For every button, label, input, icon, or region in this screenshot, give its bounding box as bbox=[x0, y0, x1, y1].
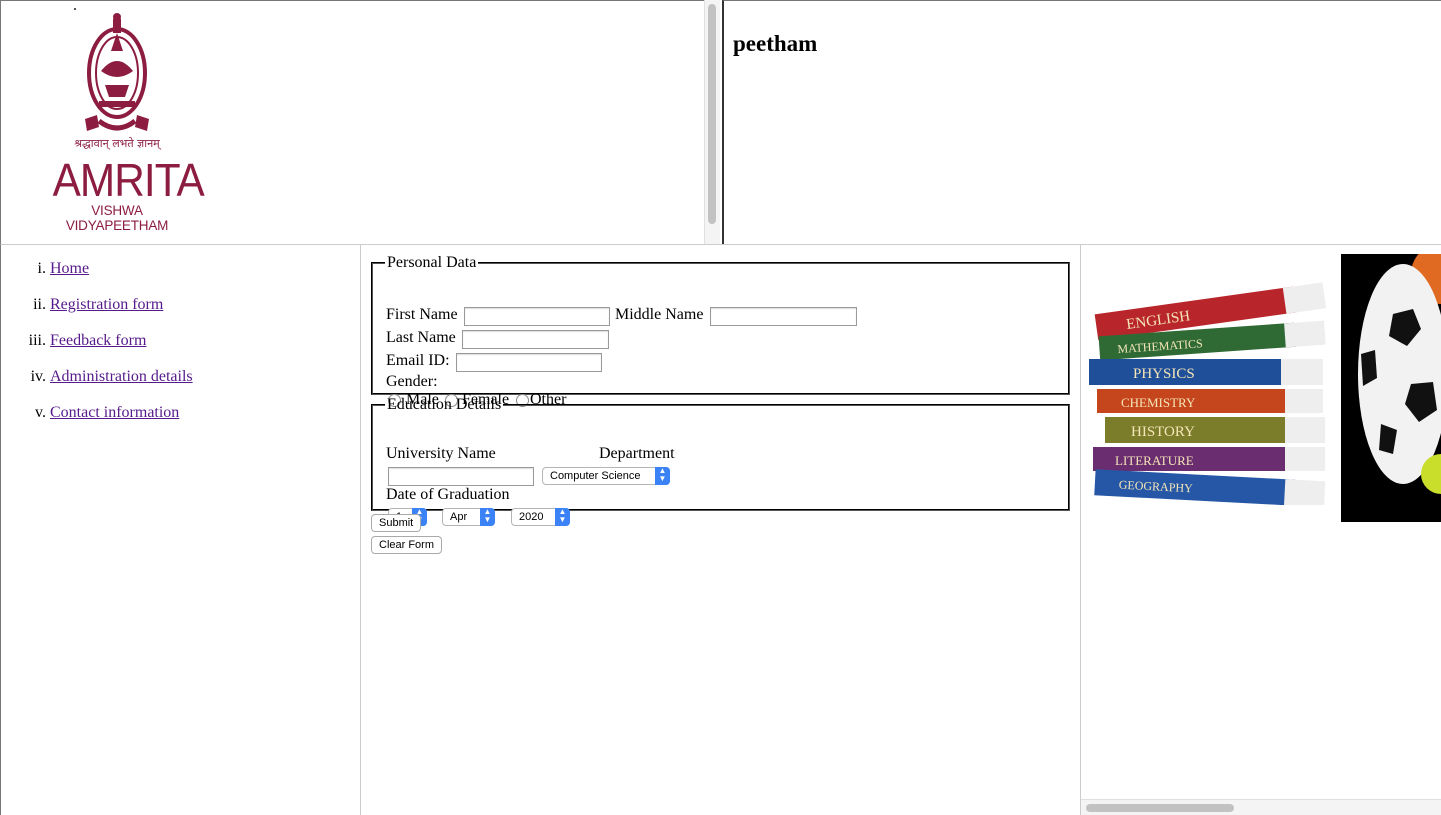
graduation-year-select[interactable]: 2020 ▲ ▼ bbox=[511, 508, 570, 526]
chevron-updown-icon: ▲▼ bbox=[480, 508, 495, 526]
personal-data-fieldset: Personal Data First Name Middle Name Las… bbox=[371, 254, 1070, 408]
nav-link-registration[interactable]: Registration form bbox=[50, 296, 163, 313]
svg-text:PHYSICS: PHYSICS bbox=[1133, 366, 1195, 382]
email-label: Email ID: bbox=[386, 352, 450, 369]
nav-item-feedback: Feedback form bbox=[50, 332, 193, 350]
scrollbar-thumb[interactable] bbox=[1086, 804, 1234, 812]
logo-tagline: श्रद्धावान् लभते ज्ञानम् bbox=[74, 137, 160, 150]
university-name-input[interactable] bbox=[388, 467, 534, 486]
personal-data-legend: Personal Data bbox=[387, 254, 477, 271]
chevron-updown-icon: ▲▼ bbox=[555, 508, 570, 526]
nav-item-registration: Registration form bbox=[50, 296, 193, 314]
submit-button[interactable]: Submit bbox=[371, 514, 422, 532]
gender-label: Gender: bbox=[386, 373, 438, 390]
first-name-input[interactable] bbox=[464, 307, 610, 326]
email-input[interactable] bbox=[456, 353, 602, 372]
department-select[interactable]: Computer Science ▲ ▼ bbox=[542, 467, 670, 485]
nav-item-contact: Contact information bbox=[50, 404, 193, 422]
form-frame: Personal Data First Name Middle Name Las… bbox=[360, 244, 1080, 815]
chevron-updown-icon: ▲▼ bbox=[655, 467, 670, 485]
scrollbar-thumb[interactable] bbox=[708, 4, 716, 224]
university-name-label: University Name bbox=[386, 445, 496, 462]
middle-name-label: Middle Name bbox=[615, 306, 704, 323]
emblem-icon bbox=[85, 11, 149, 131]
department-label: Department bbox=[599, 445, 675, 462]
logo-frame-vertical-scrollbar[interactable] bbox=[704, 0, 720, 244]
graduation-year-value: 2020 bbox=[519, 511, 544, 523]
education-details-fieldset: Education Details University Name Depart… bbox=[371, 396, 1070, 526]
department-selected-value: Computer Science bbox=[550, 470, 641, 482]
books-stack-image: ENGLISH MATHEMATICS PHYSICS CHEMISTRY HI… bbox=[1089, 282, 1327, 505]
title-frame: peetham bbox=[722, 0, 1441, 244]
sports-ball-image bbox=[1341, 254, 1441, 522]
svg-text:HISTORY: HISTORY bbox=[1131, 424, 1195, 440]
middle-name-input[interactable] bbox=[710, 307, 857, 326]
logo-frame: श्रद्धावान् लभते ज्ञानम् AMRITA VISHWA V… bbox=[0, 0, 704, 244]
media-frame: ENGLISH MATHEMATICS PHYSICS CHEMISTRY HI… bbox=[1080, 244, 1441, 815]
last-name-input[interactable] bbox=[462, 330, 609, 349]
nav-link-contact[interactable]: Contact information bbox=[50, 404, 179, 421]
nav-link-home[interactable]: Home bbox=[50, 260, 89, 277]
svg-text:CHEMISTRY: CHEMISTRY bbox=[1121, 395, 1196, 410]
media-frame-horizontal-scrollbar[interactable] bbox=[1081, 799, 1441, 815]
logo-name: AMRITA bbox=[52, 154, 205, 206]
nav-link-administration[interactable]: Administration details bbox=[50, 368, 193, 385]
amrita-logo: श्रद्धावान् लभते ज्ञानम् AMRITA VISHWA V… bbox=[47, 11, 205, 243]
graduation-month-value: Apr bbox=[450, 511, 468, 523]
nav-item-administration: Administration details bbox=[50, 368, 193, 386]
graduation-date-label: Date of Graduation bbox=[386, 486, 510, 503]
svg-text:LITERATURE: LITERATURE bbox=[1115, 453, 1194, 468]
education-details-legend: Education Details bbox=[387, 396, 502, 413]
nav-item-home: Home bbox=[50, 260, 193, 278]
nav-frame: Home Registration form Feedback form Adm… bbox=[0, 244, 360, 815]
graduation-month-select[interactable]: Apr ▲ ▼ bbox=[442, 508, 495, 526]
stray-dot bbox=[74, 8, 76, 10]
clear-form-button[interactable]: Clear Form bbox=[371, 536, 443, 554]
last-name-label: Last Name bbox=[386, 329, 456, 346]
nav-list: Home Registration form Feedback form Adm… bbox=[1, 260, 193, 440]
first-name-label: First Name bbox=[386, 306, 458, 323]
page-title: peetham bbox=[733, 31, 818, 56]
nav-link-feedback[interactable]: Feedback form bbox=[50, 332, 146, 349]
logo-subtitle: VISHWA VIDYAPEETHAM bbox=[65, 203, 169, 233]
